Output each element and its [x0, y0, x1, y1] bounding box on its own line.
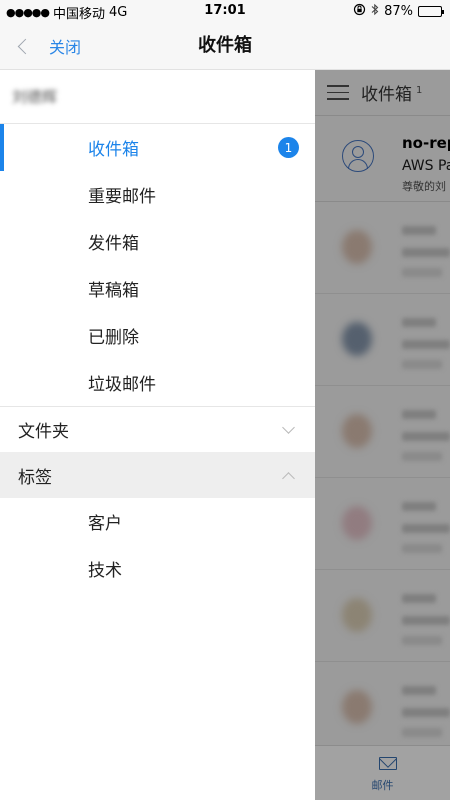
- tab-label: 邮件: [371, 779, 394, 792]
- mail-sender: no-rep: [402, 134, 450, 152]
- dimmed-inbox-overlay[interactable]: 收件箱 1 no-rep AWS Pa 尊敬的刘 邮件: [315, 70, 450, 800]
- battery-icon: [418, 6, 444, 17]
- folder-sent[interactable]: 发件箱: [0, 218, 315, 265]
- bluetooth-icon: [371, 3, 379, 20]
- tag-label: 客户: [88, 514, 122, 534]
- mail-preview: 尊敬的刘: [402, 180, 446, 193]
- tag-technical[interactable]: 技术: [0, 545, 315, 592]
- tag-label: 技术: [88, 561, 122, 581]
- folder-label: 已删除: [88, 328, 139, 348]
- close-button[interactable]: 关闭: [14, 22, 81, 70]
- folder-important[interactable]: 重要邮件: [0, 171, 315, 218]
- mail-item[interactable]: no-rep AWS Pa 尊敬的刘: [315, 116, 450, 202]
- folder-label: 发件箱: [88, 234, 139, 254]
- folder-label: 收件箱: [88, 140, 139, 160]
- blurred-mail-item[interactable]: [315, 386, 450, 478]
- account-name: 刘德辉: [12, 88, 58, 106]
- section-label: 文件夹: [18, 422, 69, 442]
- default-avatar-icon: [342, 140, 374, 172]
- tag-customer[interactable]: 客户: [0, 498, 315, 545]
- mail-subject: AWS Pa: [402, 158, 450, 174]
- blurred-mail-item[interactable]: [315, 478, 450, 570]
- side-drawer: 刘德辉 收件箱 1 重要邮件 发件箱 草稿箱 已删除 垃圾邮件 文件夹 标签 客…: [0, 70, 315, 800]
- blurred-mail-item[interactable]: [315, 294, 450, 386]
- inbox-title: 收件箱: [361, 85, 412, 105]
- section-label: 标签: [18, 467, 52, 488]
- unread-badge: 1: [278, 137, 299, 158]
- section-folders[interactable]: 文件夹: [0, 406, 315, 452]
- account-header[interactable]: 刘德辉: [0, 70, 315, 124]
- folder-label: 重要邮件: [88, 187, 156, 207]
- chevron-down-icon: [282, 421, 295, 434]
- folder-label: 垃圾邮件: [88, 375, 156, 395]
- folder-drafts[interactable]: 草稿箱: [0, 265, 315, 312]
- blurred-mail-item[interactable]: [315, 202, 450, 294]
- folder-label: 草稿箱: [88, 281, 139, 301]
- folder-inbox[interactable]: 收件箱 1: [0, 124, 315, 171]
- orientation-lock-icon: [353, 3, 366, 20]
- close-button-label: 关闭: [49, 38, 82, 57]
- inbox-count: 1: [416, 85, 423, 97]
- blurred-mail-item[interactable]: [315, 570, 450, 662]
- avatar: [342, 598, 372, 632]
- avatar: [342, 230, 372, 264]
- inbox-header: 收件箱 1: [315, 70, 450, 116]
- battery-percent: 87%: [384, 4, 413, 19]
- mail-icon: [379, 757, 397, 770]
- status-bar: ●●●●● 中国移动 4G 17:01 87%: [0, 0, 450, 22]
- chevron-up-icon: [282, 472, 295, 485]
- avatar: [342, 690, 372, 724]
- blurred-mail-item[interactable]: [315, 662, 450, 754]
- folder-deleted[interactable]: 已删除: [0, 312, 315, 359]
- section-tags[interactable]: 标签: [0, 452, 315, 498]
- avatar: [342, 322, 372, 356]
- tab-mail[interactable]: 邮件: [315, 745, 450, 800]
- avatar: [342, 506, 372, 540]
- hamburger-menu-icon[interactable]: [327, 85, 349, 100]
- chevron-left-icon: [17, 38, 34, 54]
- avatar: [342, 414, 372, 448]
- navigation-bar: 关闭 收件箱: [0, 22, 450, 70]
- folder-spam[interactable]: 垃圾邮件: [0, 359, 315, 406]
